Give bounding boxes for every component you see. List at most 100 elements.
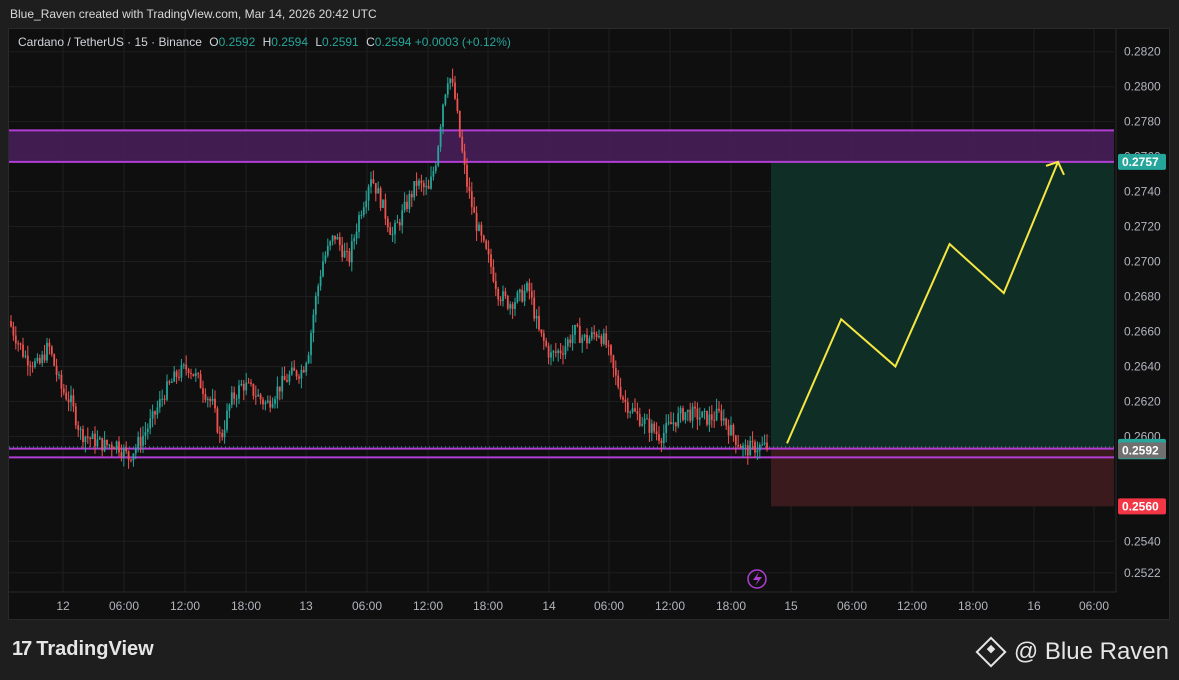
change-value: +0.0003 (+0.12%) [414, 35, 511, 49]
x-tick-label: 06:00 [837, 599, 867, 613]
candle-body [732, 424, 735, 436]
candle-body [725, 418, 728, 426]
candle-body [535, 315, 538, 319]
candle-body [734, 435, 737, 445]
x-tick-label: 12:00 [413, 599, 443, 613]
candle-body [593, 332, 596, 335]
candle-body [713, 419, 716, 421]
candle-body [362, 207, 365, 216]
candle-body [384, 199, 387, 219]
candle-body [22, 344, 24, 357]
low-value: 0.2591 [322, 35, 359, 49]
candle-body [526, 282, 528, 291]
candle-body [12, 326, 15, 336]
price-label-text: 0.2592 [1122, 443, 1159, 457]
stop-loss-box[interactable] [771, 446, 1114, 507]
candle-body [355, 231, 358, 239]
candle-body [521, 289, 524, 302]
candle-body [492, 266, 495, 282]
binance-diamond-icon [975, 636, 1007, 668]
candle-body [694, 406, 696, 409]
candle-body [379, 188, 382, 208]
candle-body [298, 376, 300, 379]
candle-body [58, 374, 60, 376]
candle-body [211, 398, 214, 401]
candle-body [430, 176, 432, 189]
candle-body [50, 346, 53, 355]
candle-body [293, 367, 296, 371]
candle-body [70, 395, 72, 403]
author-brand-text: @ Blue Raven [1013, 638, 1169, 665]
candle-body [756, 450, 759, 453]
candle-body [682, 408, 684, 421]
candle-body [672, 422, 675, 425]
candle-body [103, 439, 106, 451]
candle-body [610, 345, 612, 356]
candle-body [374, 183, 377, 194]
candle-body [386, 218, 389, 228]
candle-body [432, 171, 435, 177]
candle-body [86, 436, 89, 438]
candle-body [439, 126, 442, 147]
resistance-zone[interactable] [9, 130, 1114, 162]
candle-body [718, 408, 720, 411]
candle-body [557, 350, 560, 353]
candle-body [737, 444, 740, 447]
candle-body [396, 222, 399, 224]
candle-body [132, 453, 135, 461]
x-tick-label: 14 [542, 599, 556, 613]
candle-body [223, 429, 226, 438]
candle-body [245, 382, 248, 391]
candle-body [660, 440, 663, 444]
candle-body [240, 383, 243, 386]
candle-body [552, 351, 555, 353]
candle-body [221, 432, 224, 438]
y-tick-label: 0.2660 [1124, 324, 1161, 338]
candle-body [487, 248, 490, 255]
candle-body [382, 199, 384, 208]
candle-body [634, 408, 636, 412]
candle-body [622, 397, 624, 400]
candle-body [550, 352, 552, 358]
candle-body [202, 388, 204, 394]
candle-body [559, 350, 562, 354]
candle-body [336, 237, 339, 240]
candle-body [353, 238, 356, 242]
candle-body [314, 295, 317, 315]
price-chart[interactable]: 0.28200.28000.27800.27600.27400.27200.27… [0, 0, 1179, 620]
candle-body [72, 395, 75, 407]
candle-body [571, 334, 574, 344]
candle-body [703, 410, 706, 412]
candle-body [530, 291, 533, 298]
candle-body [746, 445, 749, 456]
candle-body [506, 296, 509, 309]
candle-body [528, 282, 531, 292]
candle-body [26, 355, 29, 366]
candle-body [197, 373, 200, 375]
close-label: C [366, 35, 375, 49]
candle-body [638, 414, 641, 426]
candle-body [499, 299, 502, 302]
candle-body [108, 444, 111, 446]
tradingview-logo[interactable]: 17 TradingView [12, 638, 154, 661]
candle-body [569, 339, 572, 344]
x-tick-label: 18:00 [231, 599, 261, 613]
candle-body [173, 371, 176, 382]
candle-body [120, 452, 123, 457]
candle-body [415, 181, 418, 186]
candle-body [590, 332, 593, 339]
candle-body [434, 165, 437, 172]
candle-body [74, 406, 77, 426]
candle-body [302, 369, 305, 373]
candle-body [482, 235, 485, 241]
candle-body [619, 386, 622, 398]
candle-body [629, 411, 632, 413]
candle-body [706, 410, 708, 425]
candle-body [646, 418, 648, 420]
candle-body [281, 375, 284, 392]
candle-body [739, 446, 742, 449]
target-zone-box[interactable] [771, 161, 1114, 447]
candle-body [254, 395, 257, 397]
y-tick-label: 0.2800 [1124, 80, 1161, 94]
candle-body [751, 440, 754, 442]
